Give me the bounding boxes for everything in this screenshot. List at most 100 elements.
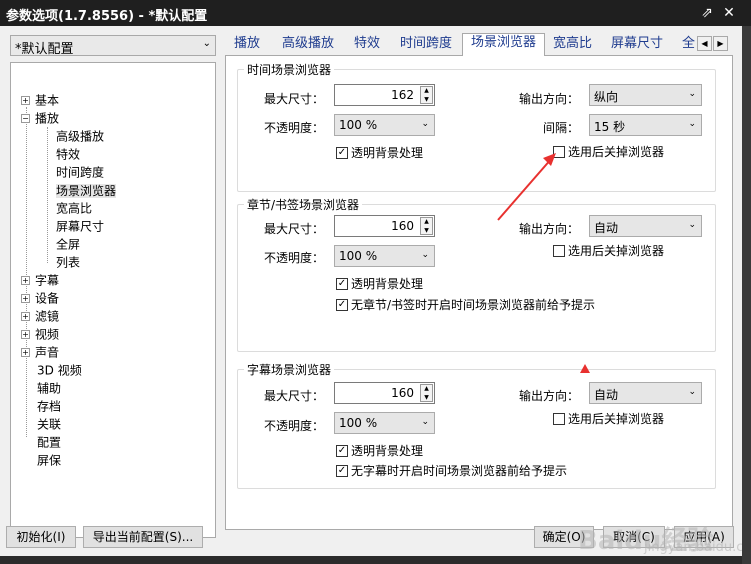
output-direction-label: 输出方向：: [519, 389, 580, 403]
transparent-bg-checkbox[interactable]: ✓ 透明背景处理: [336, 275, 423, 292]
group-time-scene-browser: 时间场景浏览器 最大尺寸： 162 ▲ ▼ 不透明度： 100 % ⌄ ✓ 透明背景…: [237, 61, 716, 192]
tree-item-archive[interactable]: 存档: [37, 397, 61, 415]
opacity-select[interactable]: 100 % ⌄: [334, 245, 435, 267]
spinner-buttons[interactable]: ▲ ▼: [420, 217, 433, 235]
tab-advanced-playback[interactable]: 高级播放: [280, 35, 336, 55]
expand-icon[interactable]: +: [21, 348, 30, 357]
transparent-bg-checkbox[interactable]: ✓ 透明背景处理: [336, 144, 423, 161]
background-strip: [742, 26, 751, 564]
tree-item-3d-video[interactable]: 3D 视频: [37, 361, 82, 379]
tab-scene-browser[interactable]: 场景浏览器: [462, 33, 546, 56]
tree-item-playback[interactable]: − 播放: [21, 109, 59, 127]
opacity-select[interactable]: 100 % ⌄: [334, 114, 435, 136]
tree-connector: [47, 127, 48, 263]
spin-down-icon[interactable]: ▼: [421, 96, 432, 105]
tree-item-basic[interactable]: + 基本: [21, 91, 59, 109]
tree-item-screensaver[interactable]: 屏保: [37, 451, 61, 469]
tab-time-span[interactable]: 时间跨度: [398, 35, 454, 55]
tree-item-scene-browser[interactable]: 场景浏览器: [56, 181, 117, 199]
tree-item-video[interactable]: + 视频: [21, 325, 59, 343]
max-size-label: 最大尺寸：: [264, 92, 325, 106]
group-chapter-scene-browser: 章节/书签场景浏览器 最大尺寸： 160 ▲ ▼ 不透明度： 100 % ⌄ ✓ 透…: [237, 196, 716, 352]
tree-item-associations[interactable]: 关联: [37, 415, 61, 433]
spinner-buttons[interactable]: ▲ ▼: [420, 384, 433, 402]
settings-tree: + 基本 − 播放 高级播放 特效 时间跨度 场景浏览器 宽高比 屏幕尺寸 全屏 列…: [10, 62, 216, 538]
max-size-spinner[interactable]: 160 ▲ ▼: [334, 215, 435, 237]
max-size-spinner[interactable]: 160 ▲ ▼: [334, 382, 435, 404]
output-direction-select[interactable]: 自动 ⌄: [589, 382, 702, 404]
tab-fullscreen-partial[interactable]: 全: [680, 35, 697, 55]
tab-strip: 播放 高级播放 特效 时间跨度 场景浏览器 宽高比 屏幕尺寸 全 ◀ ▶: [225, 33, 742, 56]
tree-item-advanced-playback[interactable]: 高级播放: [56, 127, 104, 145]
spinner-buttons[interactable]: ▲ ▼: [420, 86, 433, 104]
checkmark-icon[interactable]: ✓: [336, 146, 348, 159]
checkmark-icon[interactable]: ✓: [336, 298, 348, 311]
tree-item-accessibility[interactable]: 辅助: [37, 379, 61, 397]
export-config-button[interactable]: 导出当前配置(S)...: [83, 526, 203, 548]
chevron-down-icon: ⌄: [688, 89, 696, 99]
opacity-select[interactable]: 100 % ⌄: [334, 412, 435, 434]
max-size-spinner[interactable]: 162 ▲ ▼: [334, 84, 435, 106]
expand-icon[interactable]: +: [21, 330, 30, 339]
tree-item-screen-size[interactable]: 屏幕尺寸: [56, 217, 104, 235]
no-subtitle-hint-checkbox[interactable]: ✓ 无字幕时开启时间场景浏览器前给予提示: [336, 462, 567, 479]
output-direction-label: 输出方向：: [519, 92, 580, 106]
tab-scroll-right-icon[interactable]: ▶: [713, 36, 728, 51]
group-title: 章节/书签场景浏览器: [244, 196, 363, 213]
expand-icon[interactable]: +: [21, 276, 30, 285]
opacity-label: 不透明度：: [264, 251, 325, 265]
tab-aspect-ratio[interactable]: 宽高比: [551, 35, 594, 55]
close-icon[interactable]: ✕: [720, 4, 738, 22]
tree-item-configuration[interactable]: 配置: [37, 433, 61, 451]
background-strip: [0, 556, 742, 564]
collapse-icon[interactable]: −: [21, 114, 30, 123]
checkmark-icon[interactable]: ✓: [336, 444, 348, 457]
output-direction-select[interactable]: 自动 ⌄: [589, 215, 702, 237]
expand-icon[interactable]: +: [21, 96, 30, 105]
output-direction-label: 输出方向：: [519, 222, 580, 236]
pin-icon[interactable]: ⇗: [698, 4, 716, 22]
tree-item-filters[interactable]: + 滤镜: [21, 307, 59, 325]
checkmark-icon[interactable]: ✓: [336, 464, 348, 477]
spin-down-icon[interactable]: ▼: [421, 394, 432, 403]
tree-item-effects[interactable]: 特效: [56, 145, 80, 163]
tab-scroll-left-icon[interactable]: ◀: [697, 36, 712, 51]
expand-icon[interactable]: +: [21, 294, 30, 303]
init-button[interactable]: 初始化(I): [6, 526, 76, 548]
close-after-select-checkbox[interactable]: 选用后关掉浏览器: [553, 143, 664, 160]
scene-browser-panel: 时间场景浏览器 最大尺寸： 162 ▲ ▼ 不透明度： 100 % ⌄ ✓ 透明背景…: [225, 55, 733, 530]
tree-item-fullscreen[interactable]: 全屏: [56, 235, 80, 253]
tab-screen-size[interactable]: 屏幕尺寸: [609, 35, 665, 55]
group-title: 字幕场景浏览器: [244, 361, 335, 378]
no-chapter-hint-checkbox[interactable]: ✓ 无章节/书签时开启时间场景浏览器前给予提示: [336, 296, 595, 313]
tree-item-audio[interactable]: + 声音: [21, 343, 59, 361]
tab-effects[interactable]: 特效: [352, 35, 382, 55]
preset-value: *默认配置: [15, 42, 74, 57]
watermark-url: jingyan.baidu.com: [644, 540, 751, 555]
interval-select[interactable]: 15 秒 ⌄: [589, 114, 702, 136]
spin-up-icon[interactable]: ▲: [421, 385, 432, 394]
chevron-down-icon: ⌄: [421, 250, 429, 260]
chevron-down-icon: ⌄: [421, 119, 429, 129]
close-after-select-checkbox[interactable]: 选用后关掉浏览器: [553, 242, 664, 259]
expand-icon[interactable]: +: [21, 312, 30, 321]
tab-playback[interactable]: 播放: [232, 35, 262, 55]
max-size-label: 最大尺寸：: [264, 389, 325, 403]
preset-combobox[interactable]: *默认配置 ⌄: [10, 35, 216, 57]
checkmark-icon[interactable]: ✓: [336, 277, 348, 290]
opacity-label: 不透明度：: [264, 121, 325, 135]
tree-item-subtitles[interactable]: + 字幕: [21, 271, 59, 289]
close-after-select-checkbox[interactable]: 选用后关掉浏览器: [553, 410, 664, 427]
output-direction-select[interactable]: 纵向 ⌄: [589, 84, 702, 106]
tree-item-playlist[interactable]: 列表: [56, 253, 80, 271]
spin-up-icon[interactable]: ▲: [421, 218, 432, 227]
chevron-down-icon: ⌄: [688, 119, 696, 129]
tree-item-time-span[interactable]: 时间跨度: [56, 163, 104, 181]
transparent-bg-checkbox[interactable]: ✓ 透明背景处理: [336, 442, 423, 459]
tree-item-devices[interactable]: + 设备: [21, 289, 59, 307]
chevron-down-icon: ⌄: [421, 417, 429, 427]
spin-up-icon[interactable]: ▲: [421, 87, 432, 96]
spin-down-icon[interactable]: ▼: [421, 227, 432, 236]
group-subtitle-scene-browser: 字幕场景浏览器 最大尺寸： 160 ▲ ▼ 不透明度： 100 % ⌄ ✓ 透明背景…: [237, 361, 716, 489]
tree-item-aspect-ratio[interactable]: 宽高比: [56, 199, 92, 217]
